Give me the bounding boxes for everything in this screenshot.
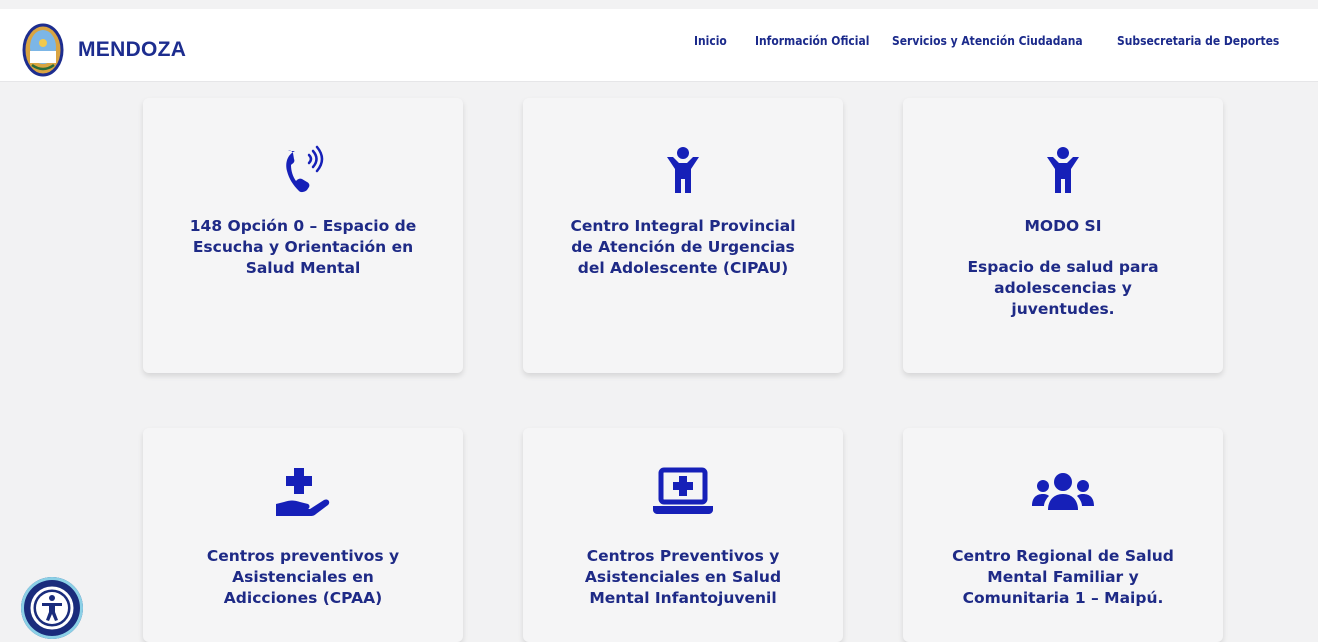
- child-icon: [903, 144, 1223, 196]
- card-title: Centro Regional de Salud Mental Familiar…: [952, 547, 1174, 607]
- nav-link-servicios[interactable]: Servicios y Atención Ciudadana: [892, 33, 1083, 48]
- site-logo[interactable]: MENDOZA: [22, 23, 186, 77]
- top-strip: [0, 0, 1318, 9]
- card-title: MODO SI Espacio de salud para adolescenc…: [967, 217, 1159, 318]
- main-nav: Inicio Información Oficial Servicios y A…: [694, 33, 1288, 48]
- phone-volume-icon: [143, 144, 463, 196]
- card-title: Centro Integral Provincial de Atención d…: [570, 217, 796, 277]
- nav-link-informacion-oficial[interactable]: Información Oficial: [755, 33, 869, 48]
- mendoza-seal-icon: [22, 23, 64, 77]
- service-card[interactable]: Centros Preventivos y Asistenciales en S…: [523, 428, 843, 642]
- card-title: 148 Opción 0 – Espacio de Escucha y Orie…: [189, 217, 417, 277]
- card-title: Centros Preventivos y Asistenciales en S…: [584, 547, 782, 607]
- service-card[interactable]: MODO SI Espacio de salud para adolescenc…: [903, 98, 1223, 373]
- site-header: MENDOZA Inicio Información Oficial Servi…: [0, 9, 1318, 81]
- brand-name: MENDOZA: [78, 38, 187, 61]
- laptop-medical-icon: [523, 466, 843, 518]
- service-card[interactable]: Centros preventivos y Asistenciales en A…: [143, 428, 463, 642]
- nav-link-inicio[interactable]: Inicio: [694, 33, 727, 48]
- service-card[interactable]: 148 Opción 0 – Espacio de Escucha y Orie…: [143, 98, 463, 373]
- hand-holding-medical-icon: [143, 466, 463, 518]
- accessibility-icon: [30, 586, 74, 630]
- accessibility-button[interactable]: [21, 577, 83, 639]
- card-title: Centros preventivos y Asistenciales en A…: [206, 547, 400, 607]
- nav-link-deportes[interactable]: Subsecretaria de Deportes: [1117, 33, 1279, 48]
- service-card[interactable]: Centro Integral Provincial de Atención d…: [523, 98, 843, 373]
- service-card[interactable]: Centro Regional de Salud Mental Familiar…: [903, 428, 1223, 642]
- users-icon: [903, 466, 1223, 518]
- child-icon: [523, 144, 843, 196]
